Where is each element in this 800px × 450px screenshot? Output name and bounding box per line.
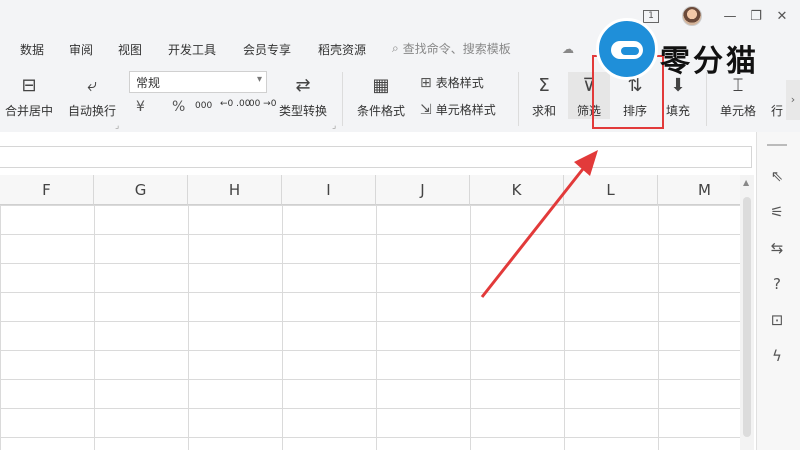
side-panel: ⇖ ⚟ ⇆ ? ⊡ ϟ: [756, 132, 800, 450]
number-format-value: 常规: [136, 76, 161, 90]
cell-style-icon: ⇲: [420, 101, 432, 118]
type-convert-button[interactable]: ⇄ 类型转换: [272, 72, 334, 119]
type-convert-label: 类型转换: [278, 104, 327, 118]
alignment-group-launcher[interactable]: ⌟: [115, 121, 119, 131]
row-button[interactable]: 行: [768, 72, 786, 119]
percent-format-button[interactable]: %: [172, 99, 185, 115]
percent-icon: %: [172, 99, 186, 115]
restore-button[interactable]: ❐: [748, 6, 764, 26]
column-header-m[interactable]: M: [658, 175, 740, 205]
ribbon-scroll-right-button[interactable]: ›: [786, 80, 800, 120]
thousands-separator-button[interactable]: 000: [195, 101, 212, 111]
cell-area[interactable]: [0, 205, 740, 450]
select-pointer-icon[interactable]: ⇖: [765, 164, 789, 188]
increase-decimal-button[interactable]: ←0 .00: [220, 99, 250, 109]
tab-member[interactable]: 会员专享: [243, 41, 291, 58]
cell-style-button[interactable]: ⇲ 单元格样式: [420, 101, 496, 118]
ribbon-divider: [706, 72, 707, 126]
number-format-select[interactable]: 常规 ▾: [129, 71, 267, 93]
tab-review[interactable]: 审阅: [69, 41, 93, 58]
cell-label: 单元格: [719, 104, 756, 118]
search-placeholder: 查找命令、搜索模板: [402, 42, 511, 56]
scroll-up-icon[interactable]: ▲: [743, 178, 749, 187]
ribbon-divider: [342, 72, 343, 126]
user-avatar[interactable]: [682, 6, 702, 26]
cloud-icon[interactable]: ☁: [562, 42, 574, 56]
transform-icon[interactable]: ⇆: [765, 236, 789, 260]
column-header-g[interactable]: G: [94, 175, 188, 205]
merge-center-label: 合并居中: [4, 104, 53, 118]
column-header-j[interactable]: J: [376, 175, 470, 205]
title-bar: 1 — ❐ ✕: [0, 0, 800, 32]
conditional-format-icon: ▦: [372, 74, 390, 96]
help-icon[interactable]: ?: [765, 272, 789, 296]
column-header-f[interactable]: F: [0, 175, 94, 205]
merge-center-button[interactable]: ⊟ 合并居中: [0, 72, 58, 119]
column-header-h[interactable]: H: [188, 175, 282, 205]
table-style-button[interactable]: ⊞ 表格样式: [420, 74, 484, 91]
panel-handle[interactable]: [767, 144, 787, 146]
fill-label: 填充: [665, 104, 690, 118]
sum-label: 求和: [531, 104, 556, 118]
table-style-label: 表格样式: [435, 76, 484, 90]
wrap-text-label: 自动换行: [67, 104, 116, 118]
conditional-format-button[interactable]: ▦ 条件格式: [350, 72, 412, 119]
worksheet-grid: F G H I J K L M: [0, 175, 740, 450]
formula-bar: [0, 132, 766, 172]
sum-button[interactable]: Σ 求和: [526, 72, 562, 119]
column-header-k[interactable]: K: [470, 175, 564, 205]
currency-icon: ¥: [136, 99, 145, 115]
tab-resources[interactable]: 稻壳资源: [318, 41, 366, 58]
watermark-text: 零分猫: [660, 44, 759, 79]
row-label: 行: [770, 104, 783, 118]
number-group-launcher[interactable]: ⌟: [332, 121, 336, 131]
decrease-decimal-button[interactable]: .00 →0: [246, 99, 276, 109]
column-header-l[interactable]: L: [564, 175, 658, 205]
command-search[interactable]: ⌕ 查找命令、搜索模板: [392, 40, 511, 57]
chevron-down-icon: ▾: [256, 74, 262, 85]
close-button[interactable]: ✕: [774, 6, 790, 26]
scrollbar-thumb[interactable]: [743, 197, 751, 437]
minimize-button[interactable]: —: [722, 6, 738, 26]
search-icon: ⌕: [392, 41, 399, 55]
settings-sliders-icon[interactable]: ⚟: [765, 200, 789, 224]
column-header-i[interactable]: I: [282, 175, 376, 205]
spreadsheet-app: 1 — ❐ ✕ 数据 审阅 视图 开发工具 会员专享 稻壳资源 ⌕ 查找命令、搜…: [0, 0, 800, 450]
thousands-icon: 000: [195, 101, 213, 111]
tab-data[interactable]: 数据: [20, 41, 44, 58]
lightning-icon[interactable]: ϟ: [765, 344, 789, 368]
table-style-icon: ⊞: [420, 74, 432, 91]
ribbon-divider: [518, 72, 519, 126]
currency-format-button[interactable]: ¥: [136, 99, 145, 115]
sigma-icon: Σ: [538, 74, 550, 96]
formula-input[interactable]: [0, 146, 752, 168]
wrap-text-icon: ⤶: [86, 74, 98, 96]
convert-icon: ⇄: [295, 74, 311, 96]
cell-style-label: 单元格样式: [435, 103, 496, 117]
window-layout-icon: 1: [643, 9, 659, 23]
vertical-scrollbar[interactable]: ▲: [740, 175, 754, 450]
watermark-logo: [596, 18, 658, 80]
image-icon[interactable]: ⊡: [765, 308, 789, 332]
tab-view[interactable]: 视图: [118, 41, 142, 58]
wrap-text-button[interactable]: ⤶ 自动换行: [64, 72, 120, 119]
conditional-format-label: 条件格式: [356, 104, 405, 118]
tab-developer[interactable]: 开发工具: [168, 41, 216, 58]
merge-cells-icon: ⊟: [21, 74, 37, 96]
